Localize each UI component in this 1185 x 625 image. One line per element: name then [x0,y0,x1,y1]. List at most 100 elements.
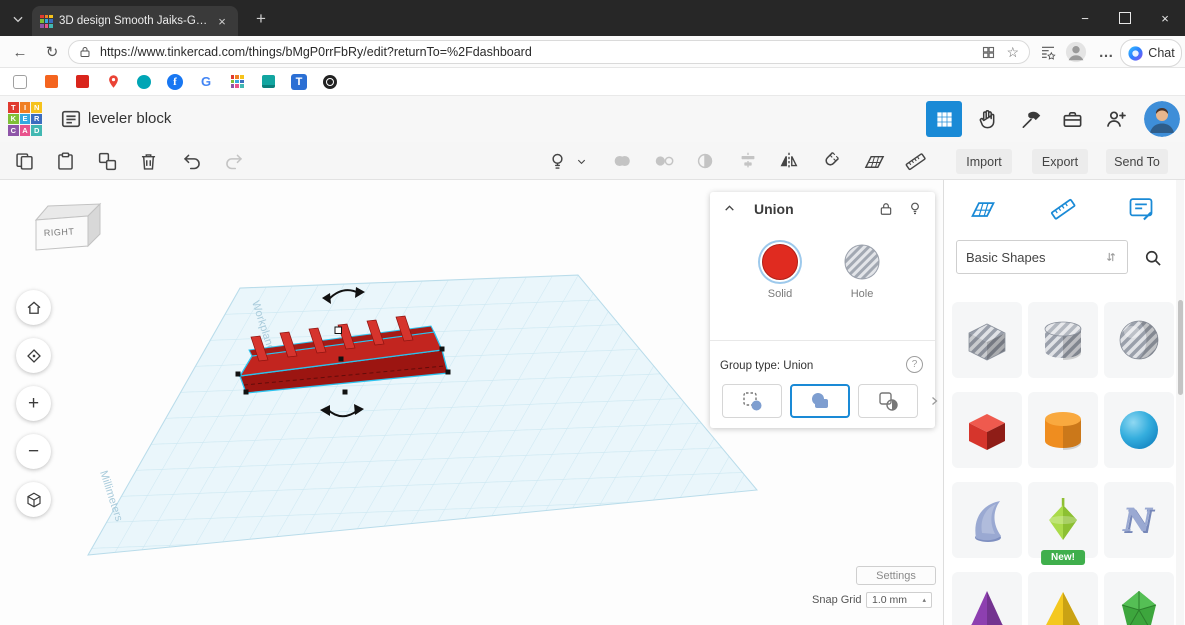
show-hide-dropdown-icon[interactable] [573,149,589,173]
workplane-helper-icon[interactable] [968,194,998,224]
shape-spinning-top[interactable]: New! [1028,482,1098,565]
minimize-button[interactable]: − [1065,0,1105,36]
copy-icon[interactable] [12,149,36,173]
show-hide-icon[interactable] [545,149,569,173]
redo-icon[interactable] [221,149,245,173]
workplane[interactable] [87,274,758,556]
settings-menu-icon[interactable]: … [1094,40,1118,64]
hole-swatch[interactable] [844,244,880,280]
bookmark-favicon-2[interactable] [43,74,59,90]
send-to-button[interactable]: Send To [1106,149,1168,174]
notes-icon[interactable] [1126,194,1156,224]
new-tab-button[interactable]: + [250,8,272,30]
close-window-button[interactable]: × [1145,0,1185,36]
import-button[interactable]: Import [956,149,1012,174]
bookmark-favicon-5[interactable] [136,74,152,90]
shape-pyramid[interactable] [1028,572,1098,625]
duplicate-icon[interactable] [95,149,119,173]
search-icon[interactable] [1140,245,1166,271]
address-bar[interactable]: ☆ [68,40,1030,64]
refresh-button[interactable]: ↻ [40,40,64,64]
fit-view-button[interactable] [16,338,51,373]
shape-hole-cylinder[interactable] [1028,302,1098,378]
shape-box[interactable] [952,392,1022,468]
tab-close-icon[interactable]: × [214,14,230,29]
delete-icon[interactable] [136,149,160,173]
collapse-inspector-icon[interactable] [722,202,737,220]
settings-button[interactable]: Settings [856,566,936,585]
bookmark-favicon-3[interactable] [74,74,90,90]
bookmark-favicon-google[interactable]: G [198,74,214,90]
mirror-icon[interactable] [777,149,801,173]
shape-cone[interactable] [952,572,1022,625]
collapse-shapes-panel-handle[interactable] [925,386,942,416]
edit-3d-mode-button[interactable] [926,101,962,137]
bookmark-favicon-1[interactable] [12,74,28,90]
svg-text:N: N [1122,501,1154,539]
bookmark-favicon-11[interactable] [322,74,338,90]
collections-icon[interactable] [1036,40,1060,64]
perspective-toggle-button[interactable] [16,482,51,517]
export-button[interactable]: Export [1032,149,1088,174]
group-icon[interactable] [610,149,634,173]
scrollbar-thumb[interactable] [1177,300,1183,395]
favorite-star-icon[interactable]: ☆ [1006,44,1019,61]
shape-inspector-panel: Union Solid Hole Group type: Union ? [710,192,935,428]
bookmark-favicon-facebook[interactable]: f [167,73,183,90]
hole-option[interactable]: Hole [832,244,892,300]
shape-hole-sphere[interactable] [1104,302,1174,378]
visibility-bulb-icon[interactable] [907,200,923,222]
ungroup-icon[interactable] [652,149,676,173]
bookmark-favicon-9[interactable] [260,74,276,90]
tools-icon[interactable] [1012,101,1048,137]
tab-search-button[interactable] [8,9,28,29]
user-avatar[interactable] [1144,101,1180,137]
group-color-option-original[interactable] [858,384,918,418]
lock-shape-icon[interactable] [879,201,893,222]
magnet-icon[interactable] [818,149,842,173]
design-title[interactable]: leveler block [88,96,171,142]
browser-tab[interactable]: 3D design Smooth Jaiks-Gaaris - T × [32,6,238,36]
bookmark-favicon-maps-pin[interactable] [105,74,121,90]
tinkercad-logo[interactable]: T I N K E R C A D [8,102,42,136]
group-color-icon[interactable] [693,149,717,173]
inspector-title: Union [754,201,794,217]
shape-cylinder[interactable] [1028,392,1098,468]
snap-grid-select[interactable]: 1.0 mm ▴ [866,592,932,608]
undo-icon[interactable] [180,149,204,173]
group-color-option-multicolor[interactable] [722,384,782,418]
view-cube[interactable]: RIGHT [24,194,108,260]
workplane-tool-icon[interactable] [862,149,886,173]
shape-text[interactable]: NN [1104,482,1174,558]
zoom-out-button[interactable]: − [16,434,51,469]
paste-icon[interactable] [53,149,77,173]
design-menu-icon[interactable] [56,104,86,134]
shape-hole-box[interactable] [952,302,1022,378]
copilot-chat-button[interactable]: Chat [1120,39,1182,67]
bookmark-favicon-tinkercad[interactable] [229,74,245,90]
address-bar-input[interactable] [98,44,982,60]
split-screen-icon[interactable] [981,45,996,60]
profile-avatar[interactable] [1064,40,1088,64]
shape-paraboloid[interactable] [952,482,1022,558]
maximize-button[interactable] [1105,0,1145,36]
sort-arrows-icon [1107,252,1115,262]
hand-tool-icon[interactable] [970,101,1006,137]
bookmark-favicon-10[interactable]: T [291,73,307,90]
align-icon[interactable] [736,149,760,173]
solid-option[interactable]: Solid [750,244,810,300]
help-icon[interactable]: ? [906,356,923,373]
shape-category-select[interactable]: Basic Shapes [956,240,1128,274]
ruler-helper-icon[interactable] [1048,194,1078,224]
home-view-button[interactable] [16,290,51,325]
ruler-tool-icon[interactable] [903,149,927,173]
scrollbar-track[interactable] [1176,180,1184,625]
zoom-in-button[interactable]: + [16,386,51,421]
back-button[interactable]: ← [8,40,32,64]
invite-person-icon[interactable] [1098,101,1134,137]
group-color-option-union[interactable] [790,384,850,418]
briefcase-icon[interactable] [1054,101,1090,137]
solid-swatch[interactable] [762,244,798,280]
shape-polyhedron[interactable] [1104,572,1174,625]
shape-sphere[interactable] [1104,392,1174,468]
